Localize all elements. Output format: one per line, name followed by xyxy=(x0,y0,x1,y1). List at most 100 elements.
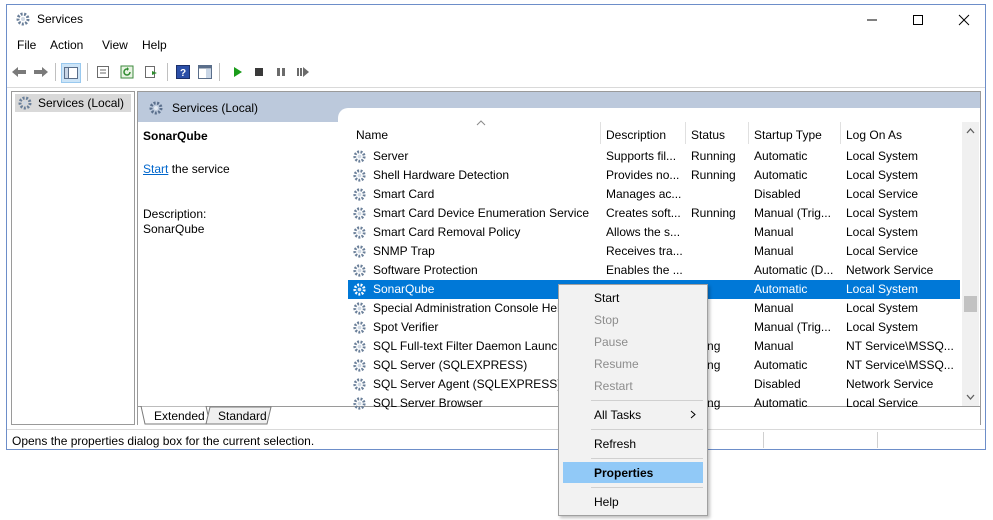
column-divider xyxy=(685,122,686,144)
table-row[interactable]: Smart Card Manages ac... Disabled Local Ser… xyxy=(348,185,960,204)
cell-name: Shell Hardware Detection xyxy=(373,168,510,182)
forward-button[interactable] xyxy=(33,64,49,80)
menu-item-label: Pause xyxy=(594,334,629,349)
description-value: SonarQube xyxy=(143,222,205,236)
service-gear-icon xyxy=(353,321,366,334)
column-header-description[interactable]: Description xyxy=(606,128,666,142)
back-arrow-icon xyxy=(12,67,26,77)
minimize-icon xyxy=(867,19,877,21)
svg-text:?: ? xyxy=(180,68,186,79)
table-row[interactable]: Server Supports fil... Running Automatic Loc… xyxy=(348,147,960,166)
column-header-name[interactable]: Name xyxy=(356,128,388,142)
cell-status: Running xyxy=(691,206,736,220)
cell-logon: Local System xyxy=(846,282,919,296)
services-window: Services File Action View Help ? Service… xyxy=(6,4,986,450)
cell-startup: Automatic xyxy=(754,168,808,182)
scroll-down-arrow-icon[interactable] xyxy=(966,394,975,400)
cell-description: Receives tra... xyxy=(606,244,683,258)
context-menu: Start Stop Pause Resume Restart All Task… xyxy=(558,284,708,516)
cell-name: Smart Card Device Enumeration Service xyxy=(373,206,590,220)
menu-item-all-tasks[interactable]: All Tasks xyxy=(563,404,703,425)
start-service-link[interactable]: Start xyxy=(143,162,168,176)
table-row[interactable]: Software Protection Enables the ... Automa… xyxy=(348,261,960,280)
service-gear-icon xyxy=(353,207,366,220)
menu-item-help[interactable]: Help xyxy=(563,491,703,512)
scroll-up-arrow-icon[interactable] xyxy=(966,128,975,134)
column-header-startup-type[interactable]: Startup Type xyxy=(754,128,822,142)
scrollbar-thumb[interactable] xyxy=(964,296,977,312)
cell-startup: Automatic xyxy=(754,396,808,410)
cell-logon: Local System xyxy=(846,320,919,334)
tree-item-services-local[interactable]: Services (Local) xyxy=(15,94,131,112)
menu-separator xyxy=(591,458,703,459)
menu-help[interactable]: Help xyxy=(142,38,167,52)
close-icon xyxy=(958,14,970,26)
menu-item-properties[interactable]: Properties xyxy=(563,462,703,483)
action-pane-icon xyxy=(198,65,212,79)
tab-extended[interactable]: Extended xyxy=(154,409,205,423)
menu-action[interactable]: Action xyxy=(50,38,83,52)
menu-view[interactable]: View xyxy=(102,38,128,52)
menu-item-refresh[interactable]: Refresh xyxy=(563,433,703,454)
service-gear-icon xyxy=(353,226,366,239)
pause-service-button[interactable] xyxy=(273,64,289,80)
cell-logon: Local Service xyxy=(846,244,919,258)
service-gear-icon xyxy=(353,359,366,372)
menu-separator xyxy=(591,400,703,401)
table-row[interactable]: Shell Hardware Detection Provides no... Ru… xyxy=(348,166,960,185)
refresh-toolbar-button[interactable] xyxy=(119,64,135,80)
service-gear-icon xyxy=(353,340,366,353)
sort-ascending-icon xyxy=(476,120,486,126)
pause-icon xyxy=(277,68,285,76)
table-row[interactable]: Smart Card Removal Policy Allows the s...… xyxy=(348,223,960,242)
menu-item-label: Help xyxy=(594,494,619,509)
maximize-button[interactable] xyxy=(895,5,941,35)
console-tree-icon xyxy=(64,67,78,79)
menu-item-resume: Resume xyxy=(563,353,703,374)
close-button[interactable] xyxy=(941,5,987,35)
column-header-status[interactable]: Status xyxy=(691,128,725,142)
tab-standard[interactable]: Standard xyxy=(218,409,267,423)
services-gear-icon xyxy=(18,96,32,110)
description-pane: SonarQube Start the service Description:… xyxy=(138,122,338,406)
restart-service-button[interactable] xyxy=(295,64,311,80)
cell-startup: Disabled xyxy=(754,377,801,391)
properties-toolbar-button[interactable] xyxy=(95,64,111,80)
start-service-button[interactable] xyxy=(229,64,245,80)
cell-logon: Local System xyxy=(846,301,919,315)
menu-file[interactable]: File xyxy=(17,38,36,52)
cell-description: Creates soft... xyxy=(606,206,681,220)
service-gear-icon xyxy=(353,150,366,163)
stop-service-button[interactable] xyxy=(251,64,267,80)
vertical-scrollbar[interactable] xyxy=(962,122,979,406)
table-row[interactable]: Smart Card Device Enumeration Service Cre… xyxy=(348,204,960,223)
column-divider xyxy=(600,122,601,144)
menu-item-start[interactable]: Start xyxy=(563,287,703,308)
service-gear-icon xyxy=(353,245,366,258)
description-label: Description: xyxy=(143,207,207,221)
menu-item-label: Start xyxy=(594,290,620,305)
cell-logon: Local Service xyxy=(846,396,919,410)
back-button[interactable] xyxy=(11,64,27,80)
help-toolbar-button[interactable]: ? xyxy=(175,64,191,80)
start-service-suffix: the service xyxy=(171,162,230,176)
table-row[interactable]: SNMP Trap Receives tra... Manual Local Serv… xyxy=(348,242,960,261)
toolbar-separator xyxy=(55,63,56,81)
toolbar-separator xyxy=(219,63,220,81)
export-list-button[interactable] xyxy=(143,64,159,80)
stop-icon xyxy=(255,68,263,76)
help-icon: ? xyxy=(176,65,190,79)
column-header-log-on-as[interactable]: Log On As xyxy=(846,128,902,142)
header-curve xyxy=(338,108,980,122)
show-hide-action-pane-button[interactable] xyxy=(197,64,213,80)
cell-startup: Disabled xyxy=(754,187,801,201)
refresh-icon xyxy=(120,65,134,79)
minimize-button[interactable] xyxy=(849,5,895,35)
cell-startup: Automatic xyxy=(754,358,808,372)
show-console-tree-button[interactable] xyxy=(61,63,81,83)
menu-item-label: Stop xyxy=(594,312,619,327)
cell-startup: Manual xyxy=(754,339,794,353)
cell-startup: Automatic xyxy=(754,149,808,163)
cell-description: Allows the s... xyxy=(606,225,681,239)
cell-status: Running xyxy=(691,149,736,163)
